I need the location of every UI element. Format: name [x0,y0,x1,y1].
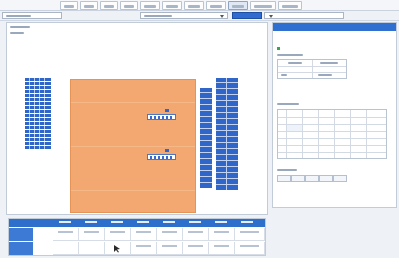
tab-5[interactable] [333,175,347,182]
menu-tab-8[interactable] [206,1,226,10]
table-cell [157,228,183,241]
section-select-value [144,15,172,17]
court-line-top [71,102,195,103]
section-label [277,103,299,105]
table-cell [235,242,265,255]
info-grid-cell [281,74,287,76]
venue-select[interactable] [2,12,62,19]
info-grid-header-1 [288,62,302,64]
court-midline [71,146,195,147]
menu-tab-6[interactable] [162,1,182,10]
table-header [9,219,265,227]
venue-select-value [6,15,31,17]
details-table [277,109,387,159]
table-cell [209,242,235,255]
seat-marker-lower[interactable] [165,149,169,152]
section-select[interactable] [140,12,228,19]
seat-map-panel [6,22,268,215]
info-grid-header-2 [320,62,338,64]
table-cell [53,242,79,255]
table-cell [183,242,209,255]
tab-2[interactable] [291,175,305,182]
details-panel-header [273,23,396,31]
details-panel [272,22,397,208]
table-cell [105,242,131,255]
table-cell [235,228,265,241]
table-cell [79,228,105,241]
menu-tab-1[interactable] [60,1,78,10]
table-row-head-2 [9,242,33,255]
summary-table [8,218,266,256]
secondary-select[interactable] [264,12,344,19]
info-grid-cell [318,74,332,76]
tab-1[interactable] [277,175,291,182]
table-row-selected[interactable] [287,125,302,131]
table-cell [183,228,209,241]
section-label [277,54,303,56]
menu-tab-7[interactable] [184,1,204,10]
panel-title [10,26,30,28]
seat-marker-upper[interactable] [165,109,169,112]
status-indicator-icon [277,47,280,50]
table-row-head-1 [9,228,33,241]
tab-4[interactable] [319,175,333,182]
right-seat-block-icon[interactable] [200,78,240,192]
table-cell [105,228,131,241]
left-seat-block-icon[interactable] [25,78,51,150]
panel-subtitle [10,32,24,34]
menu-tab-4[interactable] [120,1,138,10]
table-cell [157,242,183,255]
top-menu-bar [0,0,399,11]
menu-tab-9-active[interactable] [228,1,248,10]
row-selector-lower[interactable] [147,154,176,160]
table-cell [131,242,157,255]
court-line-bottom [71,190,195,191]
menu-tab-5[interactable] [140,1,160,10]
court-icon[interactable] [70,79,196,213]
table-cell [209,228,235,241]
table-cell [131,228,157,241]
cursor-icon [114,245,120,253]
menu-tab-2[interactable] [80,1,98,10]
menu-tab-3[interactable] [100,1,118,10]
chevron-down-icon [269,15,273,18]
table-cell [53,228,79,241]
table-cell [79,242,105,255]
menu-tab-11[interactable] [278,1,302,10]
row-selector-upper[interactable] [147,114,176,120]
section-label [277,169,297,171]
filter-bar [0,11,399,21]
info-grid [277,59,347,79]
tab-3[interactable] [305,175,319,182]
chevron-down-icon [220,15,224,18]
selected-filter-field[interactable] [232,12,262,19]
menu-tab-10[interactable] [250,1,276,10]
